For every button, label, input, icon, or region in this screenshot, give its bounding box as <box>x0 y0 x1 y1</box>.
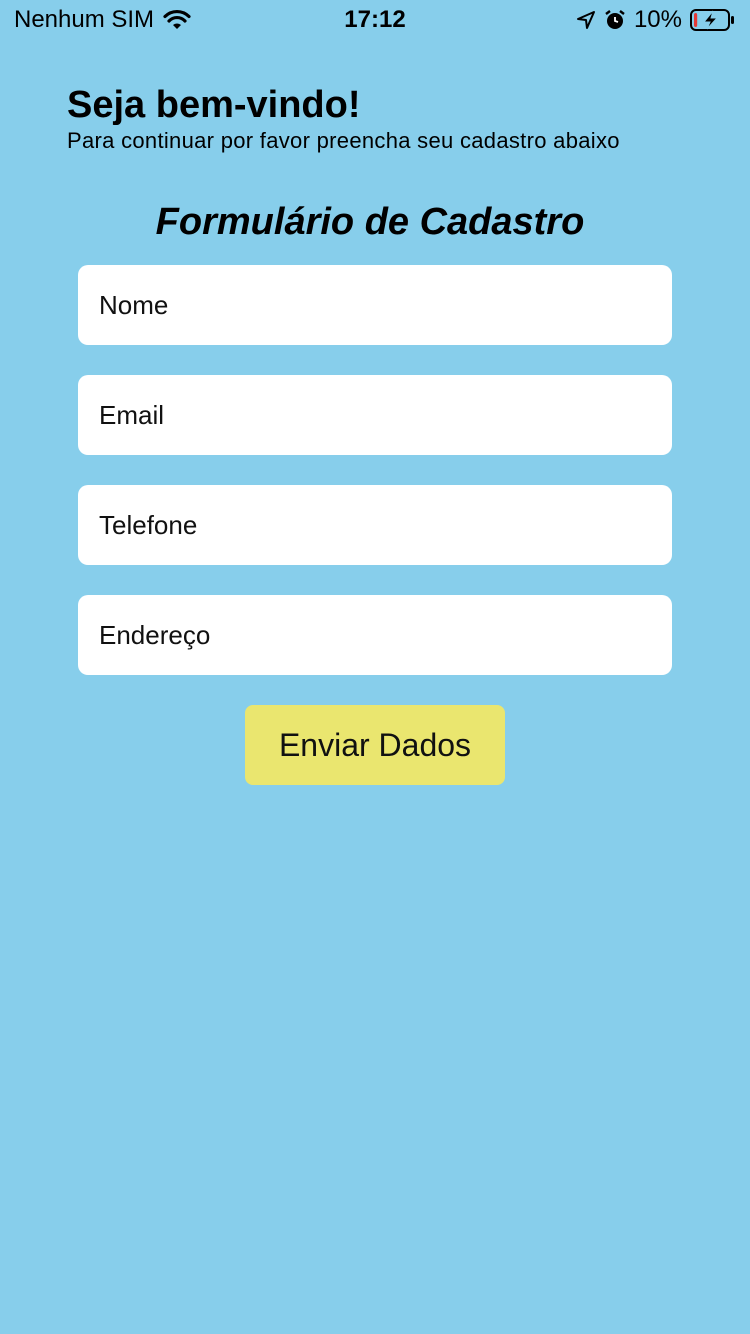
email-field[interactable]: Email <box>78 375 672 455</box>
name-field[interactable]: Nome <box>78 265 672 345</box>
welcome-section: Seja bem-vindo! Para continuar por favor… <box>67 84 620 156</box>
phone-placeholder: Telefone <box>99 509 198 540</box>
battery-icon <box>690 8 736 32</box>
battery-level-fill <box>694 13 698 27</box>
status-right: 10% <box>576 6 736 34</box>
address-field[interactable]: Endereço <box>78 595 672 675</box>
submit-button[interactable]: Enviar Dados <box>245 705 505 785</box>
location-arrow-icon <box>576 10 596 30</box>
welcome-subtitle: Para continuar por favor preencha seu ca… <box>67 128 620 153</box>
status-bar: Nenhum SIM 17:12 10% <box>0 0 750 40</box>
form-title: Formulário de Cadastro <box>155 201 585 243</box>
battery-percent: 10% <box>633 6 682 33</box>
phone-field[interactable]: Telefone <box>78 485 672 565</box>
name-placeholder: Nome <box>99 289 169 320</box>
alarm-clock-icon <box>604 9 626 31</box>
address-placeholder: Endereço <box>99 619 211 650</box>
charging-bolt-icon <box>702 10 719 30</box>
email-placeholder: Email <box>99 399 165 430</box>
welcome-title: Seja bem-vindo! <box>67 84 361 126</box>
